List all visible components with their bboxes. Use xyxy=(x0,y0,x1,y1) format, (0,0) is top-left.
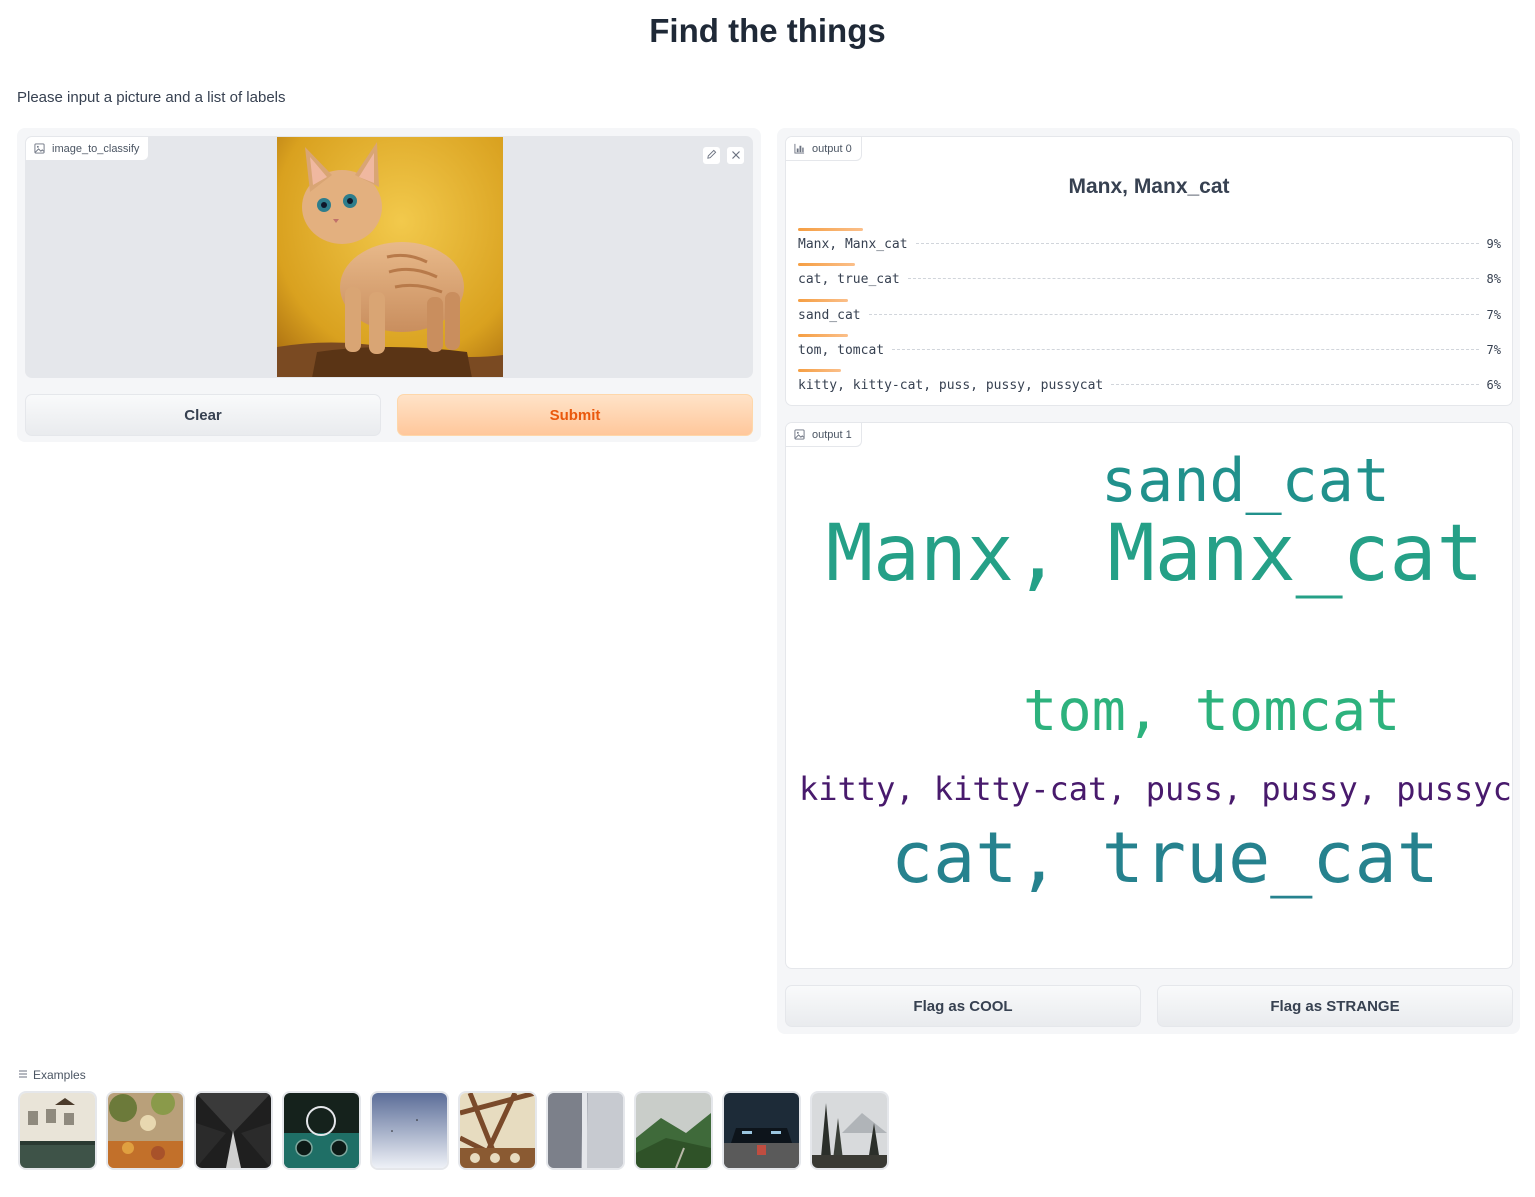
close-icon xyxy=(731,147,741,165)
image-label-text: image_to_classify xyxy=(52,142,140,155)
example-thumbnail[interactable] xyxy=(18,1091,97,1170)
example-thumbnail[interactable] xyxy=(810,1091,889,1170)
dotted-leader xyxy=(1111,384,1479,386)
page-description: Please input a picture and a list of lab… xyxy=(17,89,286,106)
example-thumbnail[interactable] xyxy=(370,1091,449,1170)
page-title: Find the things xyxy=(649,12,886,49)
pencil-icon xyxy=(706,147,717,165)
image-block-label: image_to_classify xyxy=(26,137,150,161)
wordcloud-output: output 1 sand_cat Manx, Manx_cat tom, to… xyxy=(785,422,1513,969)
example-thumbnail[interactable] xyxy=(546,1091,625,1170)
confidence-row: sand_cat 7% xyxy=(798,298,1501,327)
confidence-value: 7% xyxy=(1486,342,1501,357)
example-thumbnail[interactable] xyxy=(194,1091,273,1170)
confidence-value: 6% xyxy=(1486,378,1501,393)
confidence-label: kitty, kitty-cat, puss, pussy, pussycat xyxy=(798,378,1104,394)
confidence-bar xyxy=(798,369,841,373)
confidence-bar xyxy=(798,263,855,267)
example-thumbnail[interactable] xyxy=(634,1091,713,1170)
output1-label-text: output 1 xyxy=(812,428,852,441)
confidence-row: tom, tomcat 7% xyxy=(798,333,1501,362)
example-thumbnail[interactable] xyxy=(722,1091,801,1170)
output0-label-text: output 0 xyxy=(812,142,852,155)
flag-strange-button[interactable]: Flag as STRANGE xyxy=(1157,985,1513,1027)
list-icon xyxy=(18,1068,28,1082)
clear-image-button[interactable] xyxy=(726,146,745,165)
dotted-leader xyxy=(868,313,1479,315)
image-upload[interactable]: image_to_classify xyxy=(25,136,753,378)
flag-cool-button[interactable]: Flag as COOL xyxy=(785,985,1141,1027)
confidence-row: cat, true_cat 8% xyxy=(798,263,1501,291)
confidence-bar xyxy=(798,298,848,302)
cloud-word: tom, tomcat xyxy=(1023,678,1401,744)
example-thumbnail[interactable] xyxy=(282,1091,361,1170)
cloud-word: cat, true_cat xyxy=(891,817,1439,899)
clear-button[interactable]: Clear xyxy=(25,394,381,436)
output1-label: output 1 xyxy=(786,423,862,447)
top-prediction: Manx, Manx_cat xyxy=(1068,175,1230,198)
confidence-label: Manx, Manx_cat xyxy=(798,237,908,252)
submit-button[interactable]: Submit xyxy=(397,394,753,436)
cloud-word: kitty, kitty-cat, puss, pussy, pussycat xyxy=(799,770,1513,808)
image-icon xyxy=(34,143,45,154)
dotted-leader xyxy=(907,278,1479,280)
confidence-value: 8% xyxy=(1486,272,1501,287)
image-icon xyxy=(794,429,805,440)
examples-label: Examples xyxy=(33,1068,86,1082)
confidence-label: cat, true_cat xyxy=(798,272,900,288)
output0-label: output 0 xyxy=(786,137,862,161)
label-output: output 0 Manx, Manx_cat Manx, Manx_cat 9%… xyxy=(785,136,1513,406)
dotted-leader xyxy=(915,243,1479,244)
confidence-row: kitty, kitty-cat, puss, pussy, pussycat 6… xyxy=(798,369,1501,397)
cloud-word: sand_cat xyxy=(1101,446,1390,516)
confidence-value: 7% xyxy=(1486,307,1501,322)
example-thumbnail[interactable] xyxy=(106,1091,185,1170)
kitten-image xyxy=(277,137,503,377)
examples-header: Examples xyxy=(18,1068,86,1082)
edit-button[interactable] xyxy=(702,146,721,165)
input-panel: image_to_classify Clear Submit xyxy=(17,128,761,442)
confidence-value: 9% xyxy=(1486,237,1501,251)
confidence-bar xyxy=(798,228,863,231)
confidence-label: sand_cat xyxy=(798,307,861,323)
bar-chart-icon xyxy=(794,143,805,154)
confidence-label: tom, tomcat xyxy=(798,342,885,358)
dotted-leader xyxy=(892,348,1479,350)
confidence-row: Manx, Manx_cat 9% xyxy=(798,228,1501,256)
example-thumbnail[interactable] xyxy=(458,1091,537,1170)
confidence-bar xyxy=(798,333,848,337)
output-panel: output 0 Manx, Manx_cat Manx, Manx_cat 9%… xyxy=(777,128,1520,1034)
cloud-word: Manx, Manx_cat xyxy=(826,509,1484,599)
